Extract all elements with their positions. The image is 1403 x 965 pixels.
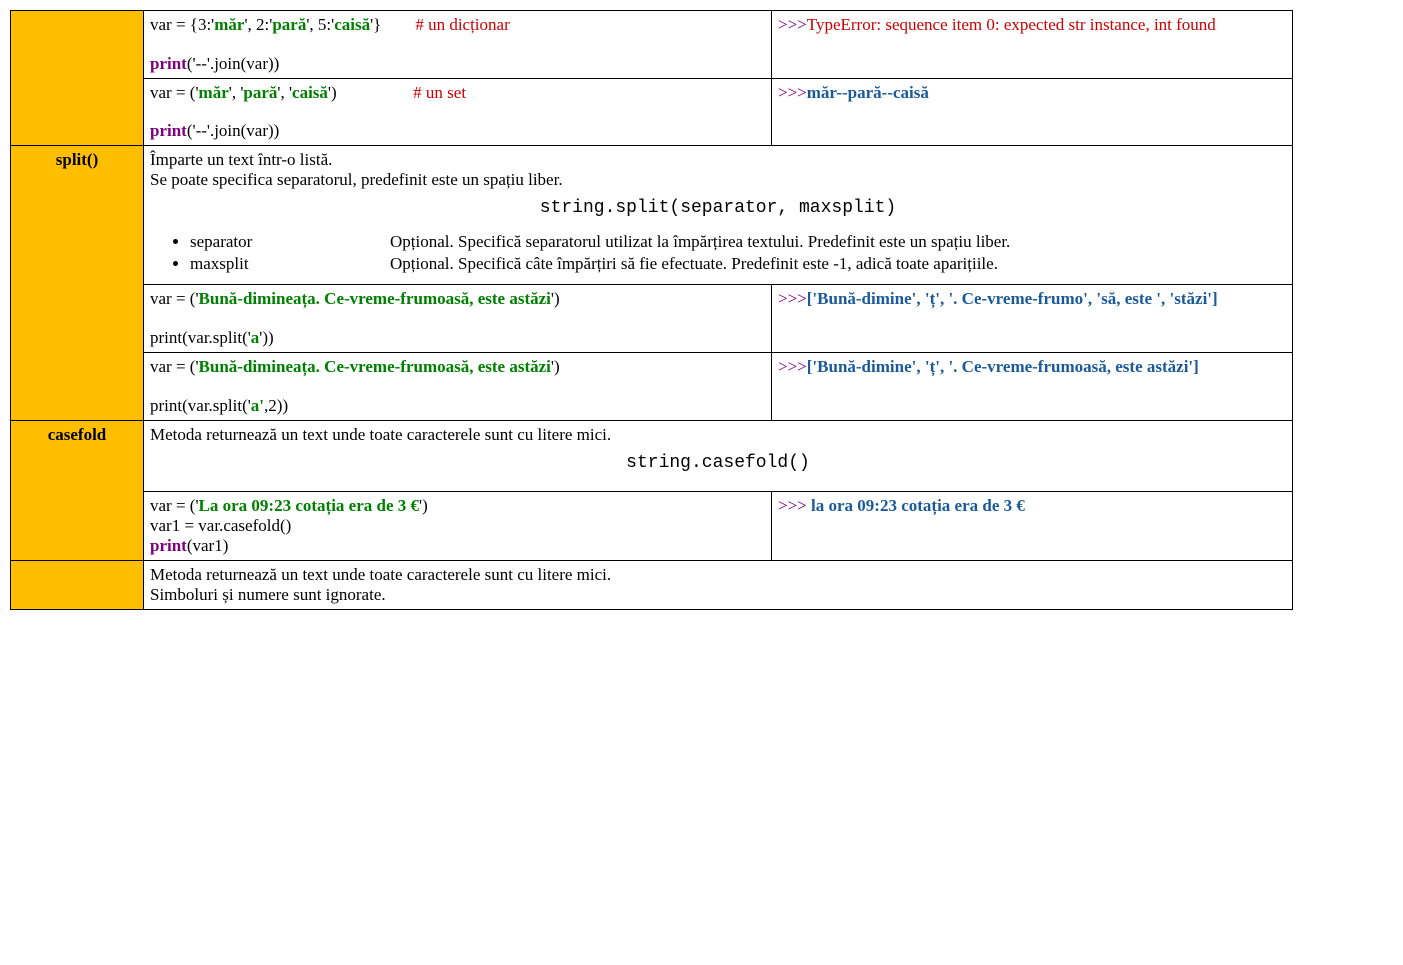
code-cell: var = ('măr', 'pară', 'caisă') # un set … [144, 78, 772, 146]
output-text: măr--pară--caisă [807, 83, 929, 102]
output-prompt: >>> [778, 496, 811, 515]
output-prompt: >>> [778, 83, 807, 102]
table-row: var = ('La ora 09:23 cotația era de 3 €'… [11, 491, 1293, 560]
code-cell: var = {3:'măr', 2:'pară', 5:'caisă'} # u… [144, 11, 772, 79]
code-line: var = ('Bună-dimineața. Ce-vreme-frumoas… [150, 357, 765, 377]
param-list: separatorOpțional. Specifică separatorul… [150, 232, 1286, 274]
code-cell: var = ('Bună-dimineața. Ce-vreme-frumoas… [144, 285, 772, 353]
output-prompt: >>> [778, 357, 807, 376]
param-desc: Opțional. Specifică câte împărțiri să fi… [390, 254, 998, 273]
output-cell: >>>['Bună-dimine', 'ț', '. Ce-vreme-frum… [772, 285, 1293, 353]
syntax-line: string.casefold() [150, 453, 1286, 473]
code-line: var = {3:'măr', 2:'pară', 5:'caisă'} # u… [150, 15, 765, 35]
desc-line: Metoda returnează un text unde toate car… [150, 565, 1286, 585]
method-name-casefold: casefold [11, 420, 144, 560]
code-line: print('--'.join(var)) [150, 121, 765, 141]
code-cell: var = ('Bună-dimineața. Ce-vreme-frumoas… [144, 353, 772, 421]
table-row: var = ('măr', 'pară', 'caisă') # un set … [11, 78, 1293, 146]
param-name: separator [190, 232, 390, 252]
param-item: separatorOpțional. Specifică separatorul… [190, 232, 1286, 252]
param-name: maxsplit [190, 254, 390, 274]
method-name-split: split() [11, 146, 144, 420]
code-cell: var = ('La ora 09:23 cotația era de 3 €'… [144, 491, 772, 560]
table-row: var = {3:'măr', 2:'pară', 5:'caisă'} # u… [11, 11, 1293, 79]
output-text: la ora 09:23 cotația era de 3 € [811, 496, 1025, 515]
table-row: var = ('Bună-dimineața. Ce-vreme-frumoas… [11, 285, 1293, 353]
code-line: print(var1) [150, 536, 765, 556]
output-text: ['Bună-dimine', 'ț', '. Ce-vreme-frumo',… [807, 289, 1218, 308]
syntax-line: string.split(separator, maxsplit) [150, 198, 1286, 218]
code-line: var = ('măr', 'pară', 'caisă') # un set [150, 83, 765, 103]
method-name-empty [11, 560, 144, 609]
table-row: var = ('Bună-dimineața. Ce-vreme-frumoas… [11, 353, 1293, 421]
description-cell: Metoda returnează un text unde toate car… [144, 420, 1293, 491]
output-cell: >>>TypeError: sequence item 0: expected … [772, 11, 1293, 79]
param-desc: Opțional. Specifică separatorul utilizat… [390, 232, 1010, 251]
output-cell: >>>măr--pară--caisă [772, 78, 1293, 146]
code-line: var = ('La ora 09:23 cotația era de 3 €'… [150, 496, 765, 516]
code-line: var = ('Bună-dimineața. Ce-vreme-frumoas… [150, 289, 765, 309]
code-line: print(var.split('a')) [150, 328, 765, 348]
desc-line: Se poate specifica separatorul, predefin… [150, 170, 1286, 190]
desc-line: Metoda returnează un text unde toate car… [150, 425, 1286, 445]
code-line: print(var.split('a',2)) [150, 396, 765, 416]
methods-table: var = {3:'măr', 2:'pară', 5:'caisă'} # u… [10, 10, 1293, 610]
param-item: maxsplitOpțional. Specifică câte împărți… [190, 254, 1286, 274]
desc-line: Simboluri și numere sunt ignorate. [150, 585, 1286, 605]
output-error: TypeError: sequence item 0: expected str… [807, 15, 1216, 34]
output-cell: >>> la ora 09:23 cotația era de 3 € [772, 491, 1293, 560]
output-prompt: >>> [778, 15, 807, 34]
method-name-empty [11, 11, 144, 146]
table-row: Metoda returnează un text unde toate car… [11, 560, 1293, 609]
description-cell: Metoda returnează un text unde toate car… [144, 560, 1293, 609]
code-line: var1 = var.casefold() [150, 516, 765, 536]
description-cell: Împarte un text într-o listă. Se poate s… [144, 146, 1293, 285]
table-row: casefold Metoda returnează un text unde … [11, 420, 1293, 491]
code-line: print('--'.join(var)) [150, 54, 765, 74]
output-prompt: >>> [778, 289, 807, 308]
output-text: ['Bună-dimine', 'ț', '. Ce-vreme-frumoas… [807, 357, 1199, 376]
table-row: split() Împarte un text într-o listă. Se… [11, 146, 1293, 285]
output-cell: >>>['Bună-dimine', 'ț', '. Ce-vreme-frum… [772, 353, 1293, 421]
desc-line: Împarte un text într-o listă. [150, 150, 1286, 170]
